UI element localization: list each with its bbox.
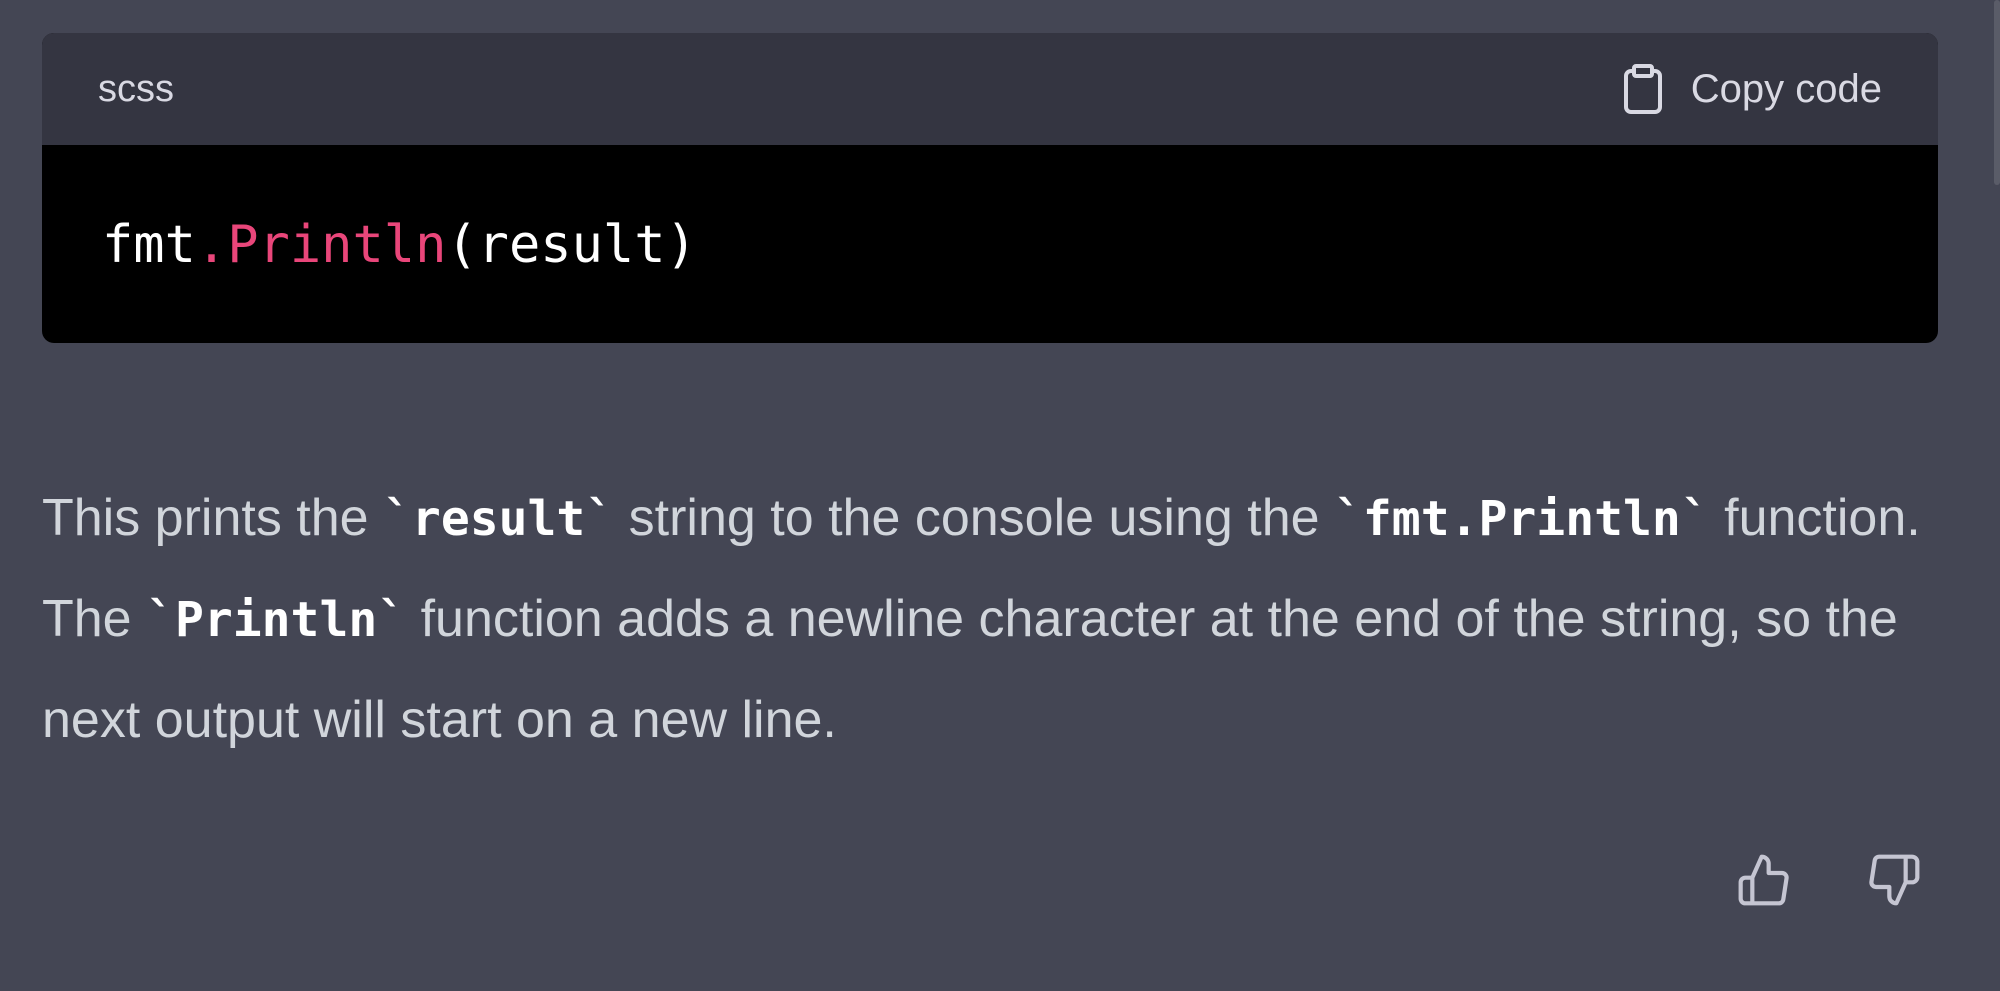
thumbs-up-button[interactable] [1734, 852, 1794, 912]
answer-text-segment: string to the console using the [614, 489, 1334, 547]
scrollbar[interactable] [1994, 0, 2000, 185]
code-block: scss Copy code fmt.Println(result) [42, 33, 1938, 343]
code-token-args: (result) [446, 215, 697, 275]
code-content: fmt.Println(result) [42, 145, 1938, 343]
code-language-label: scss [98, 67, 174, 110]
inline-code: `Println` [146, 592, 407, 648]
answer-paragraph: This prints the `result` string to the c… [42, 468, 1942, 770]
thumbs-up-icon [1736, 852, 1792, 913]
copy-code-label: Copy code [1690, 66, 1882, 111]
code-token-object: fmt [102, 215, 196, 275]
clipboard-icon [1623, 64, 1663, 114]
code-block-header: scss Copy code [42, 33, 1938, 145]
inline-code: `fmt.Println` [1334, 491, 1710, 547]
inline-code: `result` [383, 491, 615, 547]
thumbs-down-icon [1866, 852, 1922, 913]
code-token-method: .Println [195, 215, 447, 275]
feedback-buttons [1734, 852, 1924, 912]
answer-text-segment: This prints the [42, 489, 384, 547]
copy-code-button[interactable]: Copy code [1623, 64, 1882, 114]
thumbs-down-button[interactable] [1864, 852, 1924, 912]
chat-message-panel: scss Copy code fmt.Println(result) This … [0, 0, 2000, 991]
